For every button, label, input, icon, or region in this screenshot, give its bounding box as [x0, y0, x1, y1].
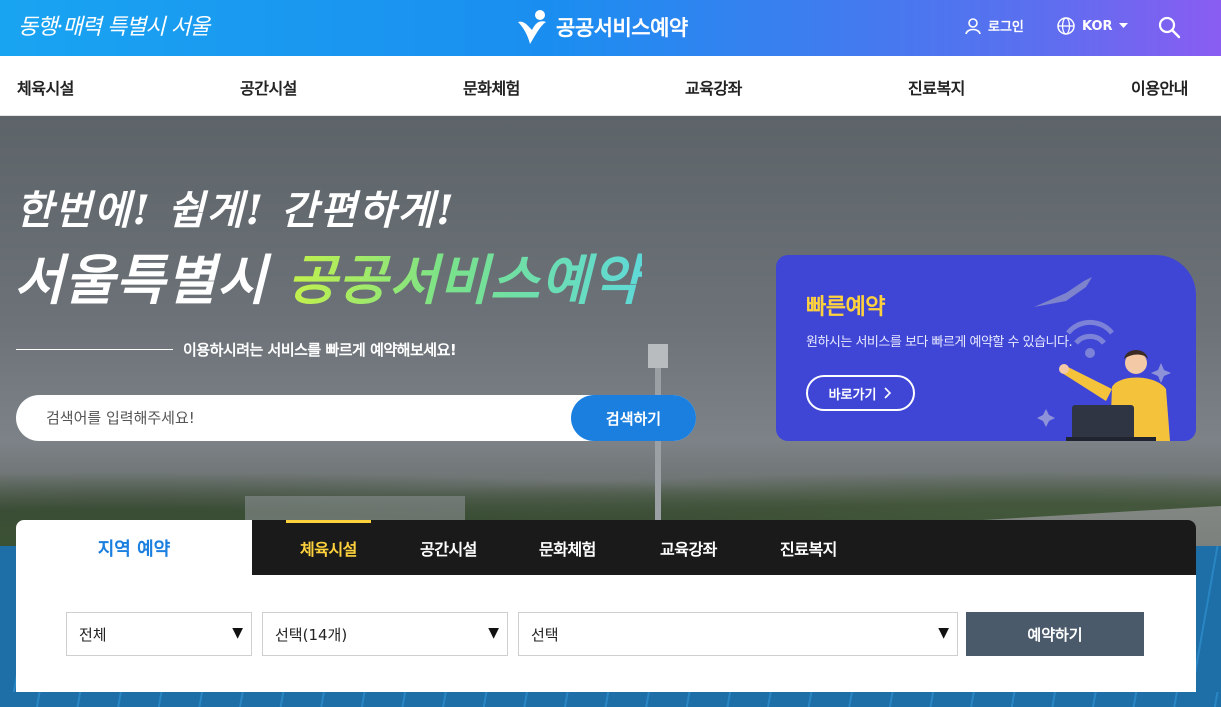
reservation-panel: 지역 예약 체육시설 공간시설 문화체험 교육강좌 진료복지 전체 ▼ 선택(1…	[16, 520, 1196, 692]
category-select-value: 선택(14개)	[275, 625, 348, 644]
select-caret-icon: ▼	[232, 625, 243, 641]
quick-reservation-card: 빠른예약 원하시는 서비스를 보다 빠르게 예약할 수 있습니다. 바로가기	[776, 255, 1196, 441]
top-bar: 동행·매력 특별시 서울 공공서비스예약 로그인 KOR	[0, 0, 1221, 56]
tab-sports[interactable]: 체육시설	[286, 520, 371, 575]
select-caret-icon: ▼	[488, 625, 499, 641]
chevron-right-icon	[884, 387, 892, 399]
quick-go-label: 바로가기	[828, 386, 877, 402]
brand-name: 공공서비스예약	[556, 16, 688, 40]
region-select-value: 전체	[79, 625, 107, 644]
brand-logo-link[interactable]: 공공서비스예약	[514, 8, 688, 46]
tab-education[interactable]: 교육강좌	[660, 520, 717, 575]
region-select[interactable]: 전체 ▼	[66, 612, 252, 656]
seoul-slogan-logo[interactable]: 동행·매력 특별시 서울	[18, 9, 210, 41]
tab-space[interactable]: 공간시설	[420, 520, 477, 575]
hero-title-white: 서울특별시	[14, 248, 288, 312]
facility-select[interactable]: 선택 ▼	[518, 612, 958, 656]
hero-subtitle: 이용하시려는 서비스를 빠르게 예약해보세요!	[16, 339, 457, 360]
floodlight-pole	[655, 356, 661, 526]
facility-select-value: 선택	[531, 625, 559, 644]
search-box: 검색하기	[16, 395, 696, 441]
reserve-button[interactable]: 예약하기	[966, 612, 1144, 656]
hero-title-gradient: 공공서비스예약	[287, 248, 642, 312]
quick-title: 빠른예약	[806, 295, 885, 320]
hero-tagline: 한번에! 쉽게! 간편하게!	[16, 187, 456, 234]
tab-region-reservation[interactable]: 지역 예약	[16, 520, 252, 575]
search-icon[interactable]	[1157, 15, 1181, 39]
search-button[interactable]: 검색하기	[571, 395, 696, 441]
tab-medical[interactable]: 진료복지	[780, 520, 837, 575]
caret-down-icon	[1118, 23, 1128, 28]
user-icon	[965, 17, 981, 34]
login-label: 로그인	[988, 20, 1024, 35]
category-select[interactable]: 선택(14개) ▼	[262, 612, 508, 656]
search-input[interactable]	[46, 395, 566, 441]
floodlight-lamp	[648, 344, 668, 368]
main-navigation: 체육시설 공간시설 문화체험 교육강좌 진료복지 이용안내	[0, 56, 1221, 116]
gnb-item-sports[interactable]: 체육시설	[17, 75, 74, 99]
globe-icon	[1057, 17, 1075, 35]
reservation-tabs: 지역 예약 체육시설 공간시설 문화체험 교육강좌 진료복지	[16, 520, 1196, 575]
gnb-item-guide[interactable]: 이용안내	[1131, 75, 1188, 99]
gnb-item-medical[interactable]: 진료복지	[908, 75, 965, 99]
quick-go-button[interactable]: 바로가기	[806, 375, 915, 411]
person-with-laptop-illustration	[1034, 277, 1171, 441]
tab-culture[interactable]: 문화체험	[539, 520, 596, 575]
gnb-item-space[interactable]: 공간시설	[240, 75, 297, 99]
gnb-item-education[interactable]: 교육강좌	[685, 75, 742, 99]
select-caret-icon: ▼	[938, 625, 949, 641]
track-strip	[0, 692, 1221, 707]
login-link[interactable]: 로그인	[964, 16, 1024, 35]
language-selector[interactable]: KOR	[1056, 16, 1128, 36]
brand-figure-icon	[518, 10, 546, 44]
hero-title: 서울특별시 공공서비스예약	[14, 236, 642, 315]
subtitle-text: 이용하시려는 서비스를 빠르게 예약해보세요!	[183, 341, 457, 359]
hero-banner: 한번에! 쉽게! 간편하게! 서울특별시 공공서비스예약 이용하시려는 서비스를…	[0, 116, 1221, 707]
gnb-item-culture[interactable]: 문화체험	[463, 75, 520, 99]
subtitle-rule	[16, 349, 173, 350]
language-label: KOR	[1082, 18, 1113, 34]
